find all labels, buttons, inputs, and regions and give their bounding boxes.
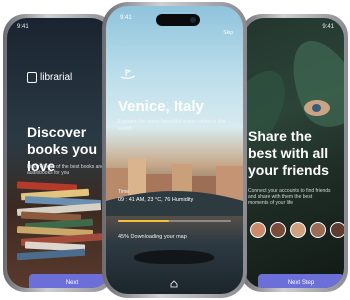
camera-icon: [190, 17, 196, 23]
gondola-icon: [120, 69, 136, 79]
books-stack-illustration: [15, 181, 111, 263]
center-phone-screen: 9:41 Skip Venice, Italy Explore the most…: [106, 6, 243, 294]
status-time: 9:41: [120, 15, 132, 21]
avatar[interactable]: [250, 222, 266, 238]
app-logo: librarial: [27, 72, 72, 83]
weather-info: 09 : 41 AM, 23 °C, 76 Humidity: [118, 197, 194, 203]
friend-avatars: [250, 222, 344, 238]
book-spine: [16, 248, 86, 260]
onboarding-headline: Share the best with all your friends: [248, 128, 329, 178]
skip-link[interactable]: Skip: [223, 30, 233, 36]
onboarding-subtext: Connect your accounts to find friends an…: [248, 188, 331, 206]
left-phone-screen: 9:41 librarial Discover books you love F…: [7, 18, 111, 288]
left-phone: 9:41 librarial Discover books you love F…: [3, 14, 115, 292]
avatar[interactable]: [310, 222, 326, 238]
leaf-decoration: [277, 29, 344, 137]
portrait-eye-illustration: [304, 100, 330, 116]
status-time: 9:41: [322, 24, 334, 30]
next-button[interactable]: Next: [29, 274, 111, 288]
next-step-button[interactable]: Next Step: [258, 274, 344, 288]
destination-title: Venice, Italy: [118, 98, 204, 115]
book-logo-icon: [27, 72, 37, 83]
logo-text: librarial: [40, 72, 73, 83]
time-label: Time: [118, 189, 129, 195]
avatar[interactable]: [270, 222, 286, 238]
destination-subtitle: Explore the most beautiful water cities …: [118, 119, 226, 132]
home-icon[interactable]: [170, 280, 178, 288]
progress-fill: [118, 220, 169, 222]
right-phone: 9:41 Share the best with all your friend…: [240, 14, 348, 292]
gondola-boat-illustration: [134, 250, 214, 264]
status-time: 9:41: [17, 24, 29, 30]
download-progress-bar: [118, 220, 231, 222]
avatar[interactable]: [290, 222, 306, 238]
center-phone: 9:41 Skip Venice, Italy Explore the most…: [102, 2, 247, 298]
venice-skyline-illustration: [106, 158, 243, 216]
onboarding-subtext: Find millions of the best books and audi…: [27, 164, 104, 176]
right-phone-screen: 9:41 Share the best with all your friend…: [244, 18, 344, 288]
dynamic-island: [156, 14, 200, 26]
avatar[interactable]: [330, 222, 344, 238]
download-progress-text: 45% Downloading your map: [118, 234, 187, 240]
